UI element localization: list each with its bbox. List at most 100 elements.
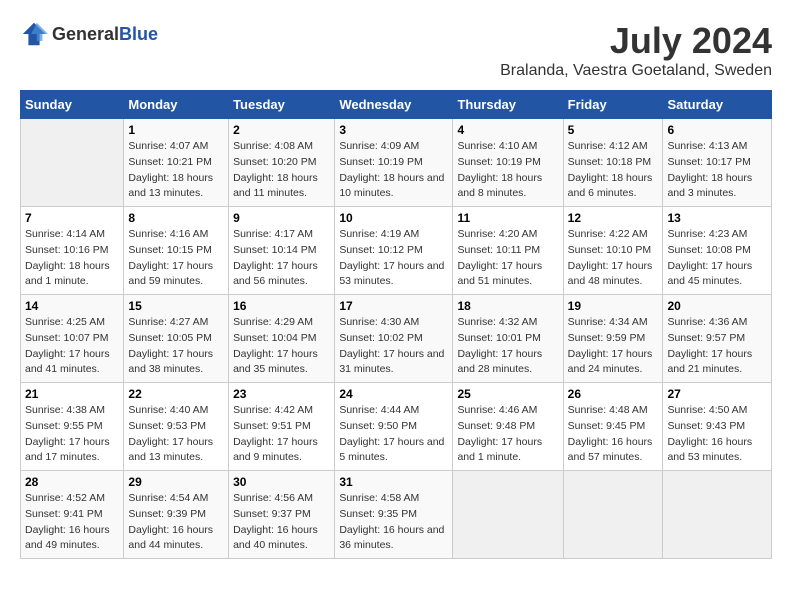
day-info: Sunrise: 4:46 AM Sunset: 9:48 PM Dayligh…: [457, 403, 558, 466]
sunrise-text: Sunrise: 4:17 AM: [233, 228, 313, 240]
day-info: Sunrise: 4:44 AM Sunset: 9:50 PM Dayligh…: [339, 403, 448, 466]
daylight-text: Daylight: 16 hours and 57 minutes.: [568, 436, 653, 464]
day-info: Sunrise: 4:12 AM Sunset: 10:18 PM Daylig…: [568, 139, 659, 202]
sunset-text: Sunset: 10:08 PM: [667, 244, 750, 256]
day-number: 15: [128, 299, 224, 313]
calendar-cell: 11 Sunrise: 4:20 AM Sunset: 10:11 PM Day…: [453, 207, 563, 295]
day-number: 26: [568, 387, 659, 401]
sunrise-text: Sunrise: 4:50 AM: [667, 404, 747, 416]
calendar-cell: 19 Sunrise: 4:34 AM Sunset: 9:59 PM Dayl…: [563, 295, 663, 383]
sunset-text: Sunset: 10:11 PM: [457, 244, 540, 256]
daylight-text: Daylight: 18 hours and 1 minute.: [25, 260, 110, 288]
day-info: Sunrise: 4:07 AM Sunset: 10:21 PM Daylig…: [128, 139, 224, 202]
sunrise-text: Sunrise: 4:36 AM: [667, 316, 747, 328]
main-title: July 2024: [500, 20, 772, 62]
sunset-text: Sunset: 9:59 PM: [568, 332, 646, 344]
logo-icon: [20, 20, 48, 48]
day-info: Sunrise: 4:16 AM Sunset: 10:15 PM Daylig…: [128, 227, 224, 290]
day-number: 12: [568, 211, 659, 225]
daylight-text: Daylight: 17 hours and 45 minutes.: [667, 260, 752, 288]
calendar-cell: 18 Sunrise: 4:32 AM Sunset: 10:01 PM Day…: [453, 295, 563, 383]
day-number: 24: [339, 387, 448, 401]
sunrise-text: Sunrise: 4:12 AM: [568, 140, 648, 152]
sunset-text: Sunset: 10:15 PM: [128, 244, 211, 256]
daylight-text: Daylight: 18 hours and 8 minutes.: [457, 172, 542, 200]
day-info: Sunrise: 4:38 AM Sunset: 9:55 PM Dayligh…: [25, 403, 119, 466]
day-number: 5: [568, 123, 659, 137]
day-info: Sunrise: 4:23 AM Sunset: 10:08 PM Daylig…: [667, 227, 767, 290]
calendar-cell: [663, 471, 772, 559]
weekday-header-tuesday: Tuesday: [229, 91, 335, 119]
sunset-text: Sunset: 9:55 PM: [25, 420, 103, 432]
calendar-cell: 27 Sunrise: 4:50 AM Sunset: 9:43 PM Dayl…: [663, 383, 772, 471]
day-info: Sunrise: 4:27 AM Sunset: 10:05 PM Daylig…: [128, 315, 224, 378]
sunset-text: Sunset: 9:45 PM: [568, 420, 646, 432]
day-info: Sunrise: 4:58 AM Sunset: 9:35 PM Dayligh…: [339, 491, 448, 554]
calendar-cell: 5 Sunrise: 4:12 AM Sunset: 10:18 PM Dayl…: [563, 119, 663, 207]
sunrise-text: Sunrise: 4:42 AM: [233, 404, 313, 416]
calendar-cell: 1 Sunrise: 4:07 AM Sunset: 10:21 PM Dayl…: [124, 119, 229, 207]
day-number: 17: [339, 299, 448, 313]
weekday-header-sunday: Sunday: [21, 91, 124, 119]
daylight-text: Daylight: 17 hours and 38 minutes.: [128, 348, 213, 376]
calendar-cell: 7 Sunrise: 4:14 AM Sunset: 10:16 PM Dayl…: [21, 207, 124, 295]
calendar-cell: 4 Sunrise: 4:10 AM Sunset: 10:19 PM Dayl…: [453, 119, 563, 207]
calendar-cell: 9 Sunrise: 4:17 AM Sunset: 10:14 PM Dayl…: [229, 207, 335, 295]
sunrise-text: Sunrise: 4:25 AM: [25, 316, 105, 328]
day-info: Sunrise: 4:08 AM Sunset: 10:20 PM Daylig…: [233, 139, 330, 202]
calendar-cell: 6 Sunrise: 4:13 AM Sunset: 10:17 PM Dayl…: [663, 119, 772, 207]
calendar-week-row: 28 Sunrise: 4:52 AM Sunset: 9:41 PM Dayl…: [21, 471, 772, 559]
day-number: 22: [128, 387, 224, 401]
calendar-cell: 15 Sunrise: 4:27 AM Sunset: 10:05 PM Day…: [124, 295, 229, 383]
sunset-text: Sunset: 9:57 PM: [667, 332, 745, 344]
day-number: 3: [339, 123, 448, 137]
sunrise-text: Sunrise: 4:40 AM: [128, 404, 208, 416]
day-number: 10: [339, 211, 448, 225]
weekday-header-friday: Friday: [563, 91, 663, 119]
daylight-text: Daylight: 17 hours and 48 minutes.: [568, 260, 653, 288]
sunset-text: Sunset: 10:14 PM: [233, 244, 316, 256]
page-header: GeneralBlue July 2024 Bralanda, Vaestra …: [20, 20, 772, 80]
sunrise-text: Sunrise: 4:52 AM: [25, 492, 105, 504]
weekday-header-row: SundayMondayTuesdayWednesdayThursdayFrid…: [21, 91, 772, 119]
sunrise-text: Sunrise: 4:32 AM: [457, 316, 537, 328]
daylight-text: Daylight: 18 hours and 6 minutes.: [568, 172, 653, 200]
day-info: Sunrise: 4:09 AM Sunset: 10:19 PM Daylig…: [339, 139, 448, 202]
day-number: 21: [25, 387, 119, 401]
sunrise-text: Sunrise: 4:48 AM: [568, 404, 648, 416]
sunrise-text: Sunrise: 4:54 AM: [128, 492, 208, 504]
weekday-header-monday: Monday: [124, 91, 229, 119]
sunrise-text: Sunrise: 4:29 AM: [233, 316, 313, 328]
daylight-text: Daylight: 18 hours and 10 minutes.: [339, 172, 444, 200]
daylight-text: Daylight: 18 hours and 11 minutes.: [233, 172, 318, 200]
sunset-text: Sunset: 10:04 PM: [233, 332, 316, 344]
sunset-text: Sunset: 10:05 PM: [128, 332, 211, 344]
calendar-week-row: 14 Sunrise: 4:25 AM Sunset: 10:07 PM Day…: [21, 295, 772, 383]
calendar-cell: 25 Sunrise: 4:46 AM Sunset: 9:48 PM Dayl…: [453, 383, 563, 471]
logo-general-text: General: [52, 24, 119, 44]
weekday-header-thursday: Thursday: [453, 91, 563, 119]
calendar-cell: 3 Sunrise: 4:09 AM Sunset: 10:19 PM Dayl…: [335, 119, 453, 207]
calendar-cell: [21, 119, 124, 207]
day-info: Sunrise: 4:42 AM Sunset: 9:51 PM Dayligh…: [233, 403, 330, 466]
sunrise-text: Sunrise: 4:07 AM: [128, 140, 208, 152]
calendar-table: SundayMondayTuesdayWednesdayThursdayFrid…: [20, 90, 772, 559]
sunrise-text: Sunrise: 4:58 AM: [339, 492, 419, 504]
sunset-text: Sunset: 10:17 PM: [667, 156, 750, 168]
day-info: Sunrise: 4:32 AM Sunset: 10:01 PM Daylig…: [457, 315, 558, 378]
sunset-text: Sunset: 10:16 PM: [25, 244, 108, 256]
sunset-text: Sunset: 10:07 PM: [25, 332, 108, 344]
day-info: Sunrise: 4:48 AM Sunset: 9:45 PM Dayligh…: [568, 403, 659, 466]
calendar-cell: 12 Sunrise: 4:22 AM Sunset: 10:10 PM Day…: [563, 207, 663, 295]
weekday-header-wednesday: Wednesday: [335, 91, 453, 119]
daylight-text: Daylight: 16 hours and 44 minutes.: [128, 524, 213, 552]
sunrise-text: Sunrise: 4:23 AM: [667, 228, 747, 240]
sunset-text: Sunset: 10:19 PM: [339, 156, 422, 168]
daylight-text: Daylight: 16 hours and 49 minutes.: [25, 524, 110, 552]
daylight-text: Daylight: 18 hours and 3 minutes.: [667, 172, 752, 200]
day-number: 13: [667, 211, 767, 225]
subtitle: Bralanda, Vaestra Goetaland, Sweden: [500, 62, 772, 80]
sunrise-text: Sunrise: 4:44 AM: [339, 404, 419, 416]
sunset-text: Sunset: 9:50 PM: [339, 420, 417, 432]
sunset-text: Sunset: 9:35 PM: [339, 508, 417, 520]
